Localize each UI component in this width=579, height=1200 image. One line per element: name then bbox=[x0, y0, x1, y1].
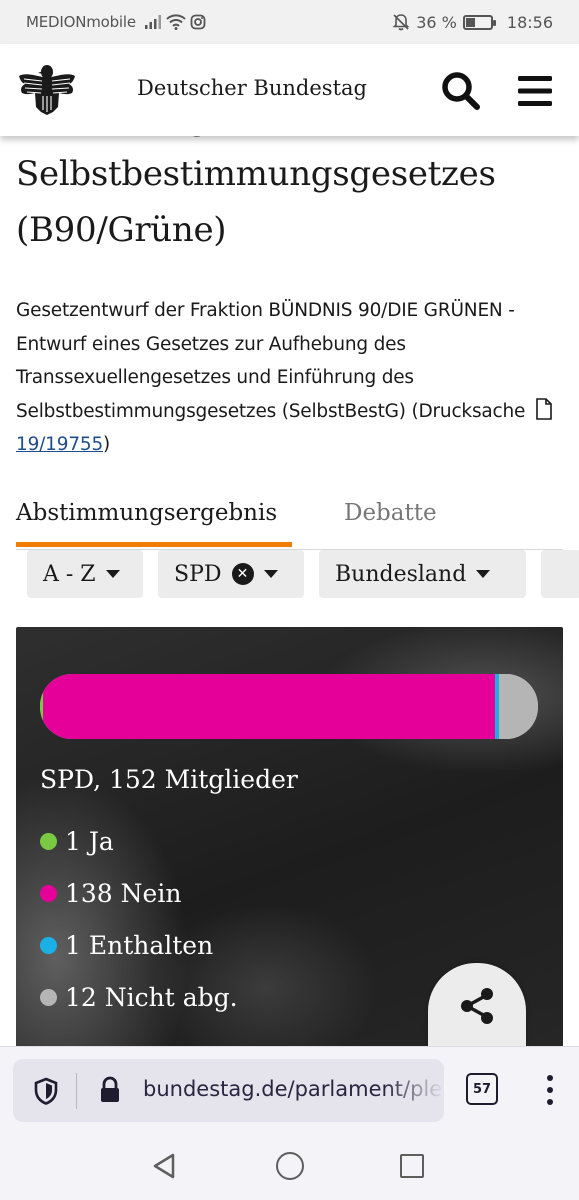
document-icon bbox=[536, 397, 552, 420]
recent-apps-icon[interactable] bbox=[400, 1154, 424, 1178]
shield-icon[interactable] bbox=[33, 1077, 59, 1105]
legend-item-enthalten: 1 Enthalten bbox=[40, 919, 238, 971]
bill-description: Gesetzentwurf der Fraktion BÜNDNIS 90/DI… bbox=[16, 294, 564, 462]
wifi-icon bbox=[166, 14, 186, 30]
active-tab-indicator bbox=[16, 542, 292, 547]
clock: 18:56 bbox=[506, 12, 553, 32]
android-nav-bar bbox=[0, 1132, 579, 1200]
battery-percent: 36 % bbox=[416, 12, 457, 32]
description-suffix: ) bbox=[103, 434, 111, 455]
caret-down-icon bbox=[105, 570, 120, 578]
status-right: 36 % 18:56 bbox=[392, 13, 553, 32]
status-bar: MEDIONmobile 36 % 18:56 bbox=[0, 0, 579, 44]
legend-label-ja: 1 Ja bbox=[65, 826, 114, 856]
main-content: Einführung des Selbstbestimmungsgesetzes… bbox=[0, 136, 579, 1046]
filter-state-dropdown[interactable]: Bundesland bbox=[319, 550, 526, 598]
search-icon[interactable] bbox=[440, 70, 482, 112]
filter-label: Bundesland bbox=[335, 561, 467, 587]
caret-down-icon bbox=[263, 570, 278, 578]
tab-bar: Abstimmungsergebnis Debatte bbox=[16, 500, 563, 550]
filter-sort-dropdown[interactable]: A - Z bbox=[27, 550, 143, 598]
signal-icon bbox=[144, 15, 161, 29]
share-icon bbox=[461, 988, 493, 1024]
kebab-menu-icon[interactable] bbox=[540, 1075, 560, 1105]
page-title: Einführung des Selbstbestimmungsgesetzes… bbox=[16, 136, 496, 250]
legend-dot-nicht-abgestimmt bbox=[40, 988, 57, 1006]
hamburger-menu-icon[interactable] bbox=[516, 74, 554, 108]
legend-item-nein: 138 Nein bbox=[40, 867, 238, 919]
legend-label-nicht-abgestimmt: 12 Nicht abg. bbox=[65, 982, 238, 1012]
site-header: Deutscher Bundestag bbox=[0, 44, 579, 136]
back-icon[interactable] bbox=[150, 1152, 178, 1180]
site-title[interactable]: Deutscher Bundestag bbox=[137, 76, 367, 100]
legend-label-nein: 138 Nein bbox=[65, 878, 182, 908]
url-bar[interactable]: bundestag.de/parlament/plenum bbox=[13, 1059, 444, 1122]
tab-label: Debatte bbox=[344, 500, 437, 526]
share-button[interactable] bbox=[428, 963, 526, 1053]
battery-icon bbox=[462, 14, 496, 30]
bar-segment-nicht-abgestimmt bbox=[498, 674, 538, 739]
alarm-off-icon bbox=[392, 14, 410, 31]
clear-filter-icon[interactable]: ✕ bbox=[231, 563, 254, 585]
home-icon[interactable] bbox=[276, 1152, 304, 1180]
carrier-name: MEDIONmobile bbox=[26, 13, 136, 31]
description-text: Gesetzentwurf der Fraktion BÜNDNIS 90/DI… bbox=[16, 300, 526, 422]
filter-bar: A - Z SPD ✕ Bundesland bbox=[0, 550, 579, 600]
caret-down-icon bbox=[476, 570, 491, 578]
legend-dot-ja bbox=[40, 832, 57, 850]
status-icons bbox=[144, 14, 206, 30]
browser-toolbar: bundestag.de/parlament/plenum 57 bbox=[0, 1046, 579, 1132]
legend-item-ja: 1 Ja bbox=[40, 815, 238, 867]
filter-label: A - Z bbox=[43, 561, 96, 587]
lock-icon[interactable] bbox=[99, 1076, 121, 1104]
legend-item-nicht-abgestimmt: 12 Nicht abg. bbox=[40, 971, 238, 1023]
url-fade bbox=[384, 1059, 444, 1122]
filter-label: SPD bbox=[174, 561, 222, 587]
legend-dot-nein bbox=[40, 884, 57, 902]
instagram-icon bbox=[190, 14, 206, 30]
filter-more-dropdown[interactable] bbox=[541, 550, 579, 598]
url-divider bbox=[76, 1073, 77, 1109]
tab-label: Abstimmungsergebnis bbox=[16, 500, 278, 526]
tab-abstimmungsergebnis[interactable]: Abstimmungsergebnis bbox=[16, 500, 292, 547]
legend-label-enthalten: 1 Enthalten bbox=[65, 930, 214, 960]
filter-party-dropdown[interactable]: SPD ✕ bbox=[158, 550, 304, 598]
legend-dot-enthalten bbox=[40, 936, 57, 954]
party-members-title: SPD, 152 Mitglieder bbox=[40, 765, 298, 794]
tab-debatte[interactable]: Debatte bbox=[344, 500, 437, 526]
vote-legend: 1 Ja 138 Nein 1 Enthalten 12 Nicht abg. bbox=[40, 815, 238, 1023]
bar-segment-nein bbox=[43, 674, 496, 739]
bundestag-eagle-logo[interactable] bbox=[16, 62, 78, 118]
document-link[interactable]: 19/19755 bbox=[16, 434, 103, 455]
vote-distribution-bar bbox=[40, 674, 538, 739]
tab-count-button[interactable]: 57 bbox=[466, 1073, 498, 1105]
